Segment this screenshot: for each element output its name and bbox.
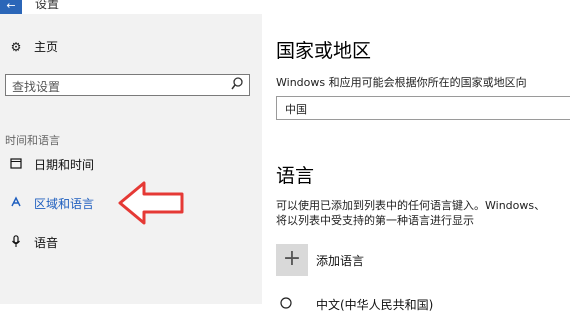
search-icon <box>231 77 243 90</box>
search-placeholder: 查找设置 <box>12 80 61 94</box>
app-title: 设置 <box>35 0 60 11</box>
sidebar-item-label: 日期和时间 <box>34 158 95 172</box>
calendar-clock-icon <box>8 157 24 172</box>
sidebar-item-home[interactable]: ⚙ 主页 <box>8 38 58 55</box>
language-description-line: 可以使用已添加到列表中的任何语言键入。Windows、 <box>276 199 546 212</box>
language-description-line: 将以列表中受支持的第一种语言进行显示 <box>276 214 474 227</box>
gear-icon: ⚙ <box>10 39 22 54</box>
microphone-icon <box>8 234 24 251</box>
annotation-arrow-icon <box>118 181 184 225</box>
language-description: 可以使用已添加到列表中的任何语言键入。Windows、 将以列表中受支持的第一种… <box>276 198 545 228</box>
sidebar: ⚙ 主页 查找设置 时间和语言 日期和时间 区域和语言 语音 <box>0 14 262 304</box>
region-heading: 国家或地区 <box>276 40 372 62</box>
add-language-label[interactable]: 添加语言 <box>316 252 364 269</box>
sidebar-item-date-time[interactable]: 日期和时间 <box>8 156 94 173</box>
language-heading: 语言 <box>276 165 315 187</box>
region-select[interactable]: 中国 <box>276 96 570 120</box>
back-button[interactable]: ← <box>0 0 22 14</box>
sidebar-item-region-language[interactable]: 区域和语言 <box>8 195 94 212</box>
sidebar-item-label: 主页 <box>34 40 59 54</box>
language-list-item[interactable]: 中文(中华人民共和国) <box>316 296 433 313</box>
sidebar-item-speech[interactable]: 语音 <box>8 234 58 251</box>
region-language-icon <box>8 196 24 211</box>
language-item-icon <box>280 297 292 312</box>
region-description: Windows 和应用可能会根据你所在的国家或地区向 <box>276 76 527 89</box>
sidebar-item-label: 语音 <box>34 236 59 250</box>
plus-icon: + <box>282 246 302 271</box>
sidebar-item-label: 区域和语言 <box>34 197 95 211</box>
add-language-button[interactable]: + <box>276 244 308 276</box>
back-arrow-icon: ← <box>6 0 16 12</box>
section-heading: 时间和语言 <box>5 134 60 147</box>
title-bar: ← 设置 <box>0 0 570 14</box>
main-content: 国家或地区 Windows 和应用可能会根据你所在的国家或地区向 中国 语言 可… <box>262 14 570 312</box>
region-selected-value: 中国 <box>285 103 307 116</box>
search-input[interactable]: 查找设置 <box>5 74 250 96</box>
